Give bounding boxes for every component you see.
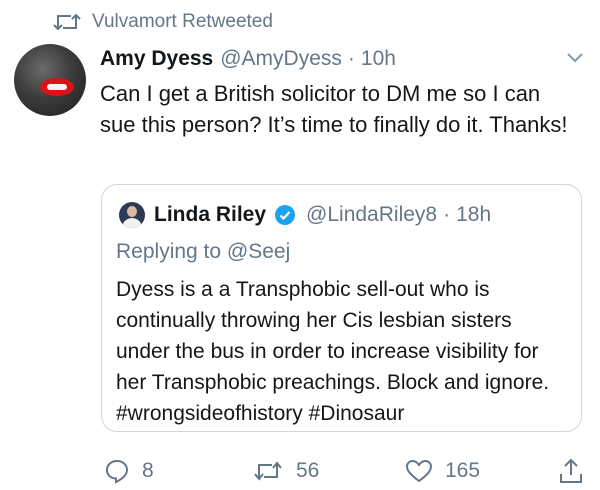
quoted-header: Linda Riley @LindaRiley8 · 18h — [154, 200, 491, 230]
action-bar: 8 56 165 — [0, 453, 600, 489]
retweet-button[interactable]: 56 — [252, 453, 319, 489]
separator-dot: · — [347, 47, 355, 70]
like-button[interactable]: 165 — [405, 453, 480, 489]
share-button[interactable] — [558, 453, 596, 489]
retweet-icon — [53, 13, 81, 31]
quoted-separator-dot: · — [443, 203, 451, 226]
replying-prefix: Replying to — [116, 240, 222, 263]
reply-icon — [105, 459, 129, 484]
tweet-header: Amy Dyess @AmyDyess · 10h — [100, 44, 396, 74]
retweet-context: Vulvamort Retweeted — [52, 9, 273, 35]
reply-count: 8 — [142, 459, 154, 482]
quoted-avatar[interactable] — [119, 202, 145, 228]
quoted-avatar-face — [127, 206, 137, 217]
author-name[interactable]: Amy Dyess — [100, 47, 213, 71]
chevron-down-icon[interactable] — [562, 44, 588, 70]
reply-button[interactable]: 8 — [104, 453, 154, 489]
avatar-teeth — [47, 84, 67, 90]
replying-mention[interactable]: @Seej — [227, 240, 290, 263]
share-icon — [560, 458, 582, 483]
author-handle[interactable]: @AmyDyess — [220, 47, 342, 71]
avatar[interactable] — [14, 44, 86, 116]
verified-badge-icon — [275, 205, 296, 225]
like-icon — [405, 459, 433, 483]
quoted-timestamp[interactable]: 18h — [456, 203, 491, 227]
retweet-count: 56 — [296, 459, 320, 482]
quoted-tweet[interactable]: Linda Riley @LindaRiley8 · 18h Replying … — [101, 184, 582, 432]
retweet-icon — [254, 461, 282, 481]
like-count: 165 — [445, 459, 481, 482]
retweet-label[interactable]: Vulvamort Retweeted — [92, 11, 273, 33]
quoted-text: Dyess is a a Transphobic sell-out who is… — [116, 278, 550, 425]
quoted-author-handle[interactable]: @LindaRiley8 — [306, 203, 437, 227]
tweet-text: Can I get a British solicitor to DM me s… — [100, 81, 568, 137]
quoted-author-name[interactable]: Linda Riley — [154, 203, 266, 227]
tweet-timestamp[interactable]: 10h — [361, 47, 396, 71]
replying-to: Replying to @Seej — [116, 240, 290, 264]
quoted-avatar-shirt — [122, 218, 142, 228]
